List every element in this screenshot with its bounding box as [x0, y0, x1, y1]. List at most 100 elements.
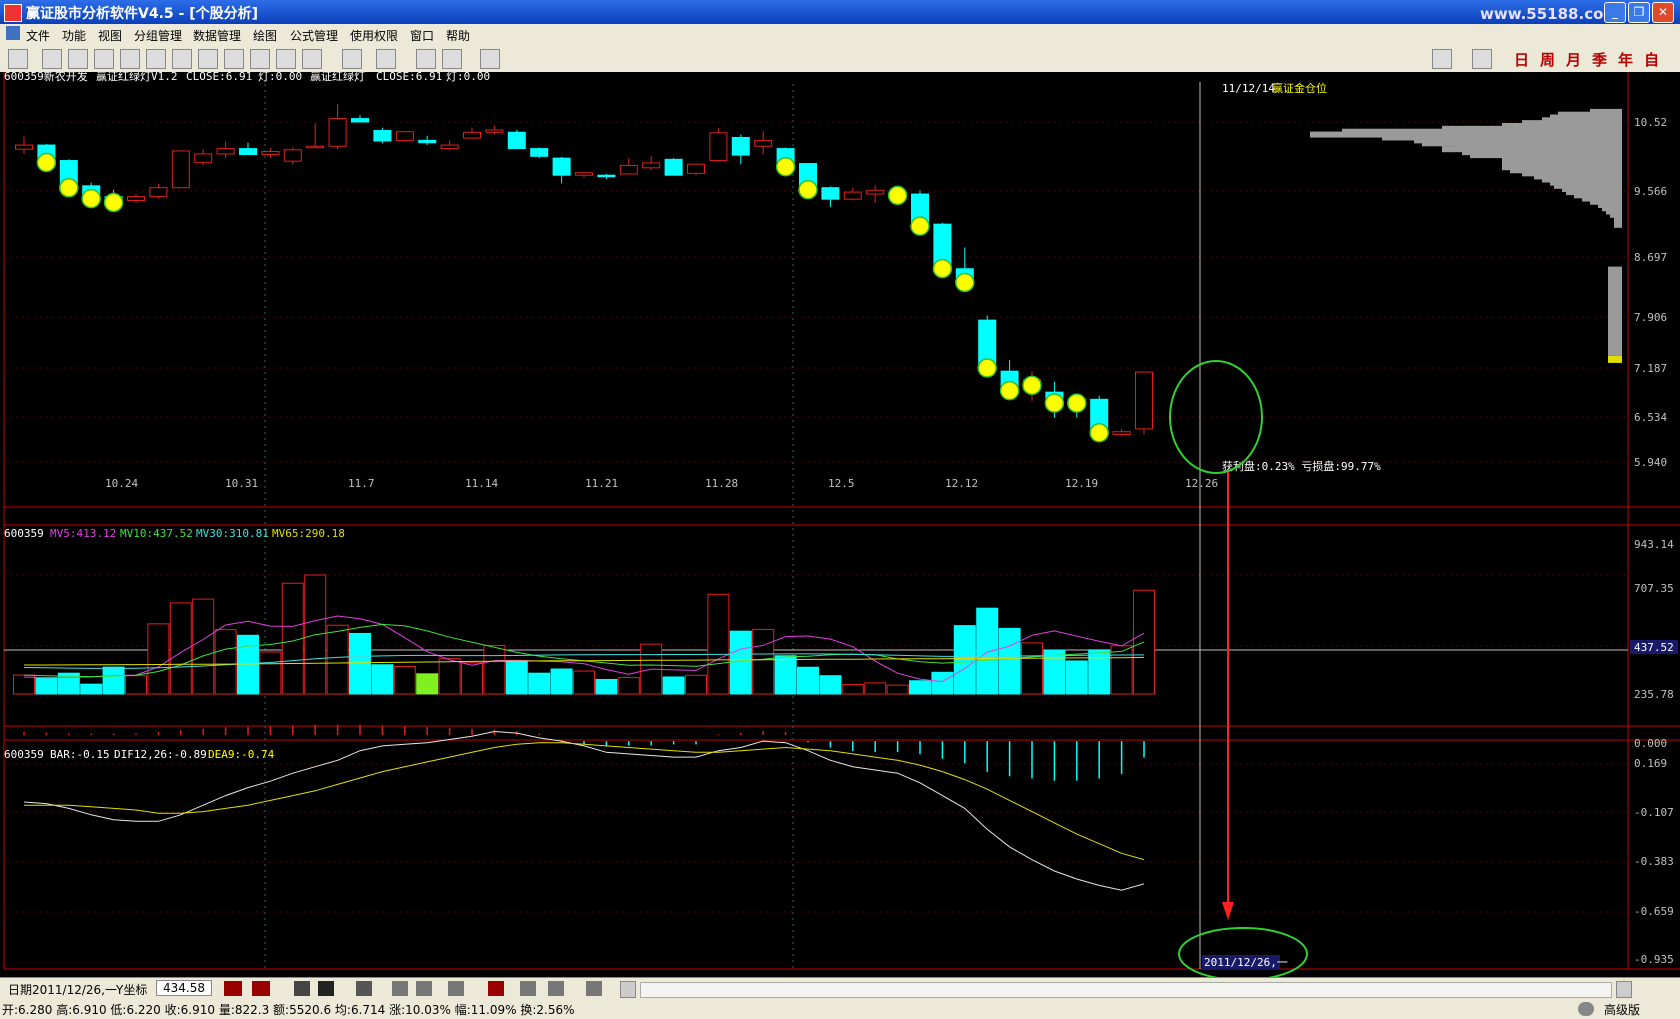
y-tick-macd-1: -0.107: [1634, 806, 1674, 819]
books-icon[interactable]: [172, 49, 192, 69]
menu-view[interactable]: 视图: [98, 27, 122, 44]
minimize-button[interactable]: _: [1604, 2, 1626, 23]
horizontal-scrollbar[interactable]: [640, 982, 1612, 998]
period-day[interactable]: 日: [1514, 49, 1529, 70]
volume-bar: [976, 607, 999, 695]
gear-icon[interactable]: [294, 981, 310, 996]
color-icon[interactable]: [318, 981, 334, 996]
volume-bar: [259, 651, 282, 695]
volume-bar: [438, 658, 461, 695]
candle-body: [664, 158, 683, 176]
chip-bar: [1608, 266, 1622, 356]
move-icon[interactable]: [520, 981, 536, 996]
main-header-light: 灯:0.00: [258, 72, 302, 83]
volume-bar: [617, 677, 640, 695]
x-label-3: 11.14: [465, 477, 498, 490]
printer-icon[interactable]: [146, 49, 166, 69]
pen-icon[interactable]: [416, 981, 432, 996]
candle-body: [328, 118, 347, 147]
m-icon[interactable]: [1472, 49, 1492, 69]
fit-icon[interactable]: [548, 981, 564, 996]
search-icon[interactable]: [250, 49, 270, 69]
main-header-ind: 赢证红绿灯V1.2: [96, 72, 178, 83]
vol-header-ma10: MV10:437.52: [120, 527, 193, 540]
layout-icon[interactable]: [442, 49, 462, 69]
volume-bar: [13, 674, 35, 695]
volume-bar: [192, 598, 215, 695]
volume-bar: [886, 684, 909, 695]
x-label-6: 12.5: [828, 477, 855, 490]
candle-body: [373, 130, 392, 142]
menu-group[interactable]: 分组管理: [134, 27, 182, 44]
candle-body: [149, 187, 168, 198]
table-icon[interactable]: [488, 981, 504, 996]
swap2-icon[interactable]: [252, 981, 270, 996]
volume-bar: [125, 675, 147, 695]
chip-title-label: 赢证金仓位: [1272, 81, 1327, 95]
line-chart-icon[interactable]: [342, 49, 362, 69]
x-label-9: 12.26: [1185, 477, 1218, 490]
chip-current-bar: [1608, 355, 1622, 363]
status-ylabel: Y坐标: [116, 983, 148, 997]
calc-icon[interactable]: [42, 49, 62, 69]
candle-body: [687, 163, 705, 174]
period-week[interactable]: 周: [1540, 49, 1555, 70]
stock-chart[interactable]: 600359新农开发 赢证红绿灯V1.2 CLOSE:6.91 灯:0.00 赢…: [0, 72, 1680, 977]
export-icon[interactable]: [480, 49, 500, 69]
grid-icon[interactable]: [68, 49, 88, 69]
y-tick-macd-0: 0.169: [1634, 757, 1667, 770]
tool-icon[interactable]: [392, 981, 408, 996]
candle-body: [866, 189, 885, 195]
plus-icon[interactable]: [302, 49, 322, 69]
candle-body: [1112, 431, 1131, 436]
dollar-icon[interactable]: [198, 49, 218, 69]
close-button[interactable]: ✕: [1652, 2, 1674, 23]
arrow-down-icon[interactable]: [1432, 49, 1452, 69]
scroll-left-button[interactable]: [620, 981, 636, 998]
zoom-icon[interactable]: [416, 49, 436, 69]
menu-file[interactable]: 文件: [26, 27, 50, 44]
volume-bar: [393, 665, 416, 695]
swap-icon[interactable]: [224, 981, 242, 996]
volume-bar: [953, 625, 976, 695]
y-tick-main-3: 7.906: [1634, 311, 1667, 324]
y-tick-vol-2: 235.78: [1634, 688, 1674, 701]
help-icon[interactable]: [276, 49, 296, 69]
menu-function[interactable]: 功能: [62, 27, 86, 44]
period-quarter[interactable]: 季: [1592, 49, 1607, 70]
volume-bar: [707, 593, 730, 695]
window-icon[interactable]: [376, 49, 396, 69]
candle-body: [306, 145, 325, 149]
book-icon[interactable]: [224, 49, 244, 69]
menu-permission[interactable]: 使用权限: [350, 27, 398, 44]
period-year[interactable]: 年: [1618, 49, 1633, 70]
menu-draw[interactable]: 绘图: [253, 27, 277, 44]
candle-body: [418, 139, 437, 144]
menu-help[interactable]: 帮助: [446, 27, 470, 44]
bar-chart-icon[interactable]: [94, 49, 114, 69]
menu-window[interactable]: 窗口: [410, 27, 434, 44]
volume-bar: [662, 676, 685, 695]
copy-icon[interactable]: [448, 981, 464, 996]
download-icon[interactable]: [8, 49, 28, 69]
signal-marker: [932, 258, 953, 279]
frame-icon[interactable]: [586, 981, 602, 996]
edit-icon[interactable]: [120, 49, 140, 69]
period-custom[interactable]: 自: [1644, 49, 1659, 70]
signal-marker: [59, 178, 79, 198]
menu-data[interactable]: 数据管理: [193, 27, 241, 44]
macd-header-code: 600359: [4, 748, 44, 761]
volume-bar: [774, 655, 797, 695]
signal-marker: [798, 179, 818, 200]
candle-icon[interactable]: [356, 981, 372, 996]
chip-title-date: 11/12/14: [1222, 82, 1275, 95]
volume-bar: [909, 680, 931, 695]
candle-body: [216, 148, 235, 155]
menu-formula[interactable]: 公式管理: [290, 27, 338, 44]
status-bar: 日期2011/12/26,一 Y坐标 434.58: [0, 977, 1680, 1000]
title-bar: 赢证股市分析软件V4.5 - [个股分析] www.55188.com _ ❐ …: [0, 0, 1680, 24]
period-month[interactable]: 月: [1566, 49, 1581, 70]
scroll-right-button[interactable]: [1616, 981, 1632, 998]
candle-body: [194, 153, 213, 163]
restore-button[interactable]: ❐: [1628, 2, 1650, 23]
